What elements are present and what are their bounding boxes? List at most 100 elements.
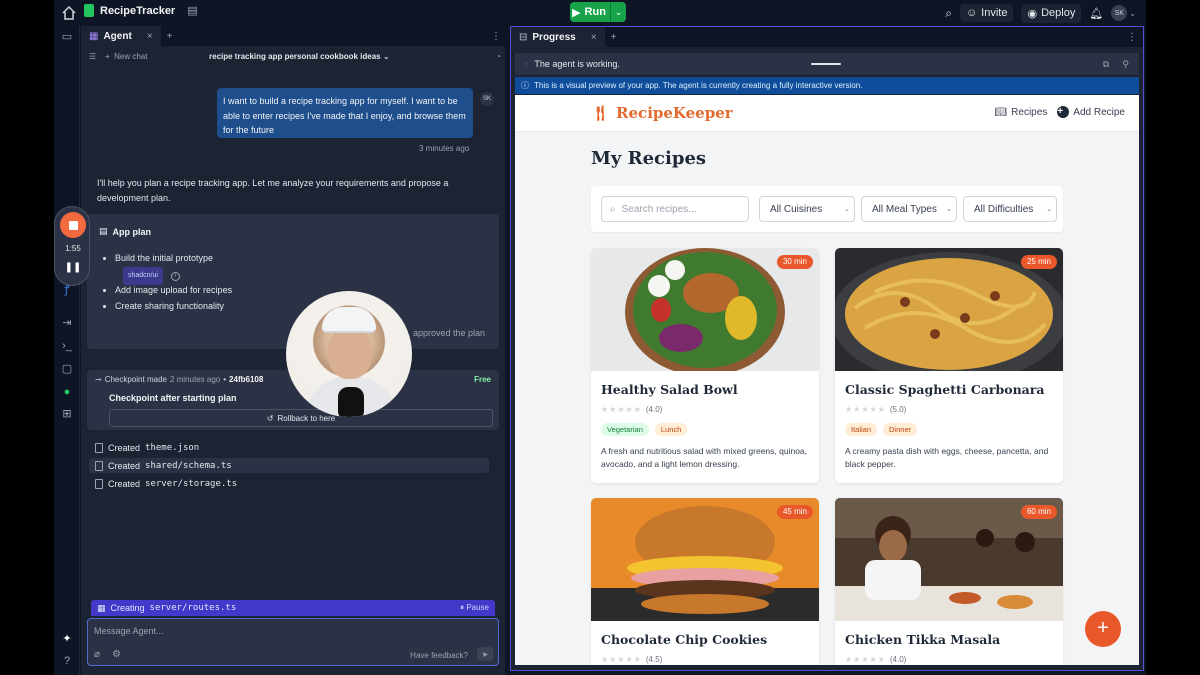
letterbox (1146, 0, 1200, 675)
meal-type-value: All Meal Types (872, 203, 937, 215)
agent-tabbar: ▦ Agent × + ⋮ (81, 26, 505, 46)
file-item[interactable]: Created shared/schema.ts (89, 458, 489, 473)
recipe-tags: Vegetarian Lunch (601, 423, 688, 436)
chat-title[interactable]: recipe tracking app personal cookbook id… (209, 52, 390, 61)
expand-icon[interactable]: ⧉ (1103, 59, 1109, 70)
recipe-card[interactable]: 45 min Chocolate Chip Cookies ★★★★★ (4.5) (591, 498, 819, 665)
paperclip-icon[interactable]: ⌀ (94, 649, 100, 660)
file-action: Created (108, 442, 141, 453)
sparkle-icon[interactable]: ✦ (60, 632, 74, 646)
plan-chip-row: shadcn/ui i (115, 266, 232, 285)
plan-list: Build the initial prototype shadcn/uii A… (107, 250, 232, 314)
webview-icon[interactable]: ▢ (60, 362, 74, 376)
send-button[interactable]: ➤ (477, 647, 493, 661)
add-tab-icon[interactable]: + (605, 32, 623, 43)
file-icon (95, 460, 103, 471)
progress-icon: ⊟ (519, 31, 528, 43)
chevron-down-icon[interactable]: ⌄ (1129, 9, 1136, 18)
home-icon[interactable] (60, 4, 78, 22)
rating-value: (4.0) (889, 655, 907, 664)
file-item[interactable]: Created theme.json (89, 440, 489, 455)
file-item[interactable]: Created server/storage.ts (89, 476, 489, 491)
pause-label: Pause (466, 603, 489, 612)
working-text: The agent is working. (534, 59, 620, 69)
run-dropdown-chevron-icon[interactable]: ⌄ (610, 2, 626, 22)
grid-icon[interactable]: ⊞ (60, 407, 74, 421)
tag: Lunch (654, 423, 688, 436)
checkpoint-hash: 24fb6108 (229, 375, 264, 384)
project-switcher[interactable]: RecipeTracker ▤ (84, 4, 198, 17)
checkpoint-cost: Free (474, 375, 491, 384)
tab-agent[interactable]: ▦ Agent × (81, 26, 161, 46)
checkpoint-icon: ⊸ (95, 375, 102, 384)
user-avatar[interactable]: SK (1111, 5, 1128, 21)
tab-progress-label: Progress (532, 31, 576, 43)
settings-icon[interactable]: ⚙︎ (112, 649, 121, 660)
menu-icon[interactable]: ☰ (89, 52, 96, 61)
invite-button[interactable]: ☺ Invite (959, 4, 1014, 22)
play-icon: ▶ (572, 6, 581, 19)
clipboard-icon: ▤ (99, 226, 108, 236)
creating-label: Creating (110, 603, 145, 613)
creating-file: server/routes.ts (149, 603, 237, 613)
pin-icon[interactable]: ⚲ (1122, 59, 1129, 70)
nav-recipes[interactable]: 📖︎ Recipes (994, 107, 1047, 118)
more-icon[interactable]: ⋮ (491, 31, 501, 42)
new-chat-button[interactable]: + New chat (105, 52, 147, 61)
search-input[interactable]: ⌕ Search recipes... (601, 196, 749, 222)
drag-handle[interactable] (811, 63, 841, 65)
files-icon[interactable]: ▭ (60, 30, 74, 44)
add-recipe-fab[interactable]: + (1085, 611, 1121, 647)
file-icon (95, 442, 103, 453)
plus-circle-icon: + (1057, 106, 1070, 118)
recipe-card[interactable]: 60 min Chicken Tikka Masala ★★★★★ (4.0) (835, 498, 1063, 665)
user-message: I want to build a recipe tracking app fo… (217, 88, 473, 138)
close-icon[interactable]: × (147, 31, 153, 42)
cuisine-value: All Cuisines (770, 203, 823, 215)
difficulty-select[interactable]: All Difficulties ⌄ (963, 196, 1057, 222)
recipe-description: A fresh and nutritious salad with mixed … (601, 446, 808, 469)
more-icon[interactable]: ⋮ (1127, 32, 1137, 43)
add-tab-icon[interactable]: + (161, 31, 179, 42)
message-input[interactable]: Message Agent... ⌀ ⚙︎ Have feedback? ➤ (87, 618, 499, 666)
message-placeholder: Message Agent... (94, 626, 164, 636)
nav-add-recipe[interactable]: + Add Recipe (1057, 106, 1125, 118)
usage-gauge-icon[interactable]: ◔ (496, 52, 501, 61)
shell-icon[interactable]: ›_ (60, 339, 74, 353)
rollback-icon: ↺ (266, 413, 274, 423)
recipe-card[interactable]: 25 min Classic Spaghetti Carbonara ★★★★★… (835, 248, 1063, 483)
chevron-down-icon: ⌄ (844, 206, 850, 213)
stop-recording-button[interactable] (60, 212, 86, 238)
chevron-down-icon: ⌄ (946, 206, 952, 213)
meal-type-select[interactable]: All Meal Types ⌄ (861, 196, 957, 222)
webcam-face (328, 327, 372, 379)
chat-title-text: recipe tracking app personal cookbook id… (209, 51, 381, 61)
recipe-card[interactable]: 30 min Healthy Salad Bowl ★★★★★ (4.0) Veg… (591, 248, 819, 483)
feedback-link[interactable]: Have feedback? (410, 651, 468, 660)
webcam-overlay (286, 291, 412, 417)
file-name: shared/schema.ts (145, 460, 232, 471)
help-icon[interactable]: ? (60, 654, 74, 668)
cuisine-select[interactable]: All Cuisines ⌄ (759, 196, 855, 222)
rollback-button[interactable]: ↺ Rollback to here (109, 409, 493, 427)
assistant-message: I'll help you plan a recipe tracking app… (97, 178, 449, 203)
recipe-title: Classic Spaghetti Carbonara (845, 382, 1045, 397)
tab-progress[interactable]: ⊟ Progress × (511, 27, 605, 47)
pause-button[interactable]: ⏸︎ Pause (460, 603, 489, 613)
layout-icon[interactable]: ▤ (187, 4, 197, 17)
time-badge: 30 min (776, 255, 813, 269)
close-icon[interactable]: × (591, 32, 597, 43)
pause-icon[interactable]: ❚❚ (55, 262, 91, 273)
database-icon[interactable]: ● (60, 385, 74, 399)
tools-icon[interactable]: ⇥ (60, 316, 74, 330)
deploy-label: Deploy (1041, 7, 1076, 19)
chevron-down-icon: ⌄ (1046, 206, 1052, 213)
time-badge: 25 min (1020, 255, 1057, 269)
separator: • (223, 375, 227, 384)
search-icon[interactable]: ⌕ (945, 6, 952, 21)
info-icon[interactable]: i (170, 272, 180, 281)
bell-icon[interactable]: 🔔︎ (1089, 7, 1103, 20)
deploy-button[interactable]: ◉ Deploy (1021, 3, 1082, 23)
left-rail: ▭ ꝭ ⇥ ›_ ▢ ● ⊞ ✦ ? (54, 26, 80, 675)
brand-logo[interactable]: 🍴︎ RecipeKeeper (591, 104, 733, 122)
